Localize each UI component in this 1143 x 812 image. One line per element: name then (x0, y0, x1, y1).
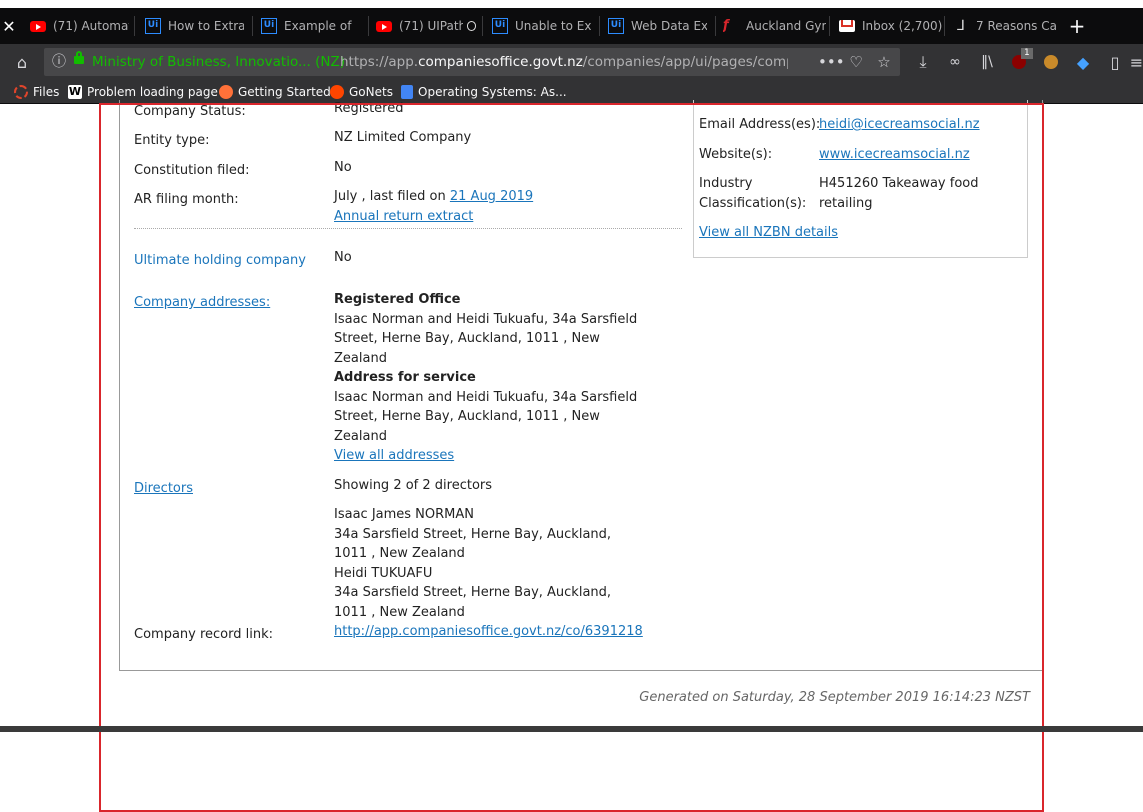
director-address-line: 1011 , New Zealand (334, 605, 465, 620)
section-divider (134, 228, 682, 229)
industry-value: H451260 Takeaway food (819, 176, 979, 191)
registered-office-line: Zealand (334, 351, 387, 366)
pocket-icon[interactable]: ♡ (844, 48, 868, 76)
close-tab-button[interactable]: ✕ (0, 8, 18, 44)
website-label: Website(s): (699, 147, 773, 162)
company-status-value: Registered (334, 101, 404, 116)
tab-3[interactable]: (71) UIPath (376, 8, 476, 44)
tab-2[interactable]: UiExample of U (261, 8, 365, 44)
tab-4[interactable]: UiUnable to Extr (492, 8, 596, 44)
play-icon[interactable] (466, 21, 476, 31)
directors-link[interactable]: Directors (134, 481, 193, 496)
ublock-icon[interactable]: 1 (1008, 44, 1033, 80)
generated-timestamp: Generated on Saturday, 28 September 2019… (639, 690, 1030, 705)
extension-diamond-icon[interactable]: ◆ (1072, 44, 1094, 80)
private-mask-icon[interactable]: ∞ (944, 44, 966, 80)
youtube-icon (30, 20, 46, 32)
directors-count: Showing 2 of 2 directors (334, 478, 493, 493)
entity-type-value: NZ Limited Company (334, 130, 472, 145)
address-bar[interactable]: ⓘ Ministry of Business, Innovatio... (NZ… (44, 48, 900, 76)
bird-icon: ⅃ (957, 18, 965, 34)
home-button[interactable]: ⌂ (10, 44, 34, 80)
annual-return-extract-link[interactable]: Annual return extract (334, 209, 473, 224)
service-address-line: Street, Herne Bay, Auckland, 1011 , New (334, 409, 600, 424)
constitution-label: Constitution filed: (134, 163, 250, 178)
plus-icon: + (1068, 14, 1086, 38)
company-addresses-link[interactable]: Company addresses: (134, 295, 270, 310)
url-text[interactable]: https://app.companiesoffice.govt.nz/comp… (340, 48, 788, 76)
director-name: Isaac James NORMAN (334, 507, 475, 522)
registered-office-line: Isaac Norman and Heidi Tukuafu, 34a Sars… (334, 312, 638, 327)
wikipedia-icon: W (68, 84, 82, 99)
uipath-icon: Ui (145, 18, 161, 34)
gym-icon: ƒ (723, 18, 729, 33)
home-icon: ⌂ (16, 52, 28, 72)
tab-0[interactable]: (71) Automat (30, 8, 130, 44)
reddit-icon (330, 84, 344, 99)
ultimate-holding-value: No (334, 250, 352, 265)
industry-value: retailing (819, 196, 873, 211)
company-status-label: Company Status: (134, 104, 246, 119)
registered-office-line: Street, Herne Bay, Auckland, 1011 , New (334, 331, 600, 346)
ultimate-holding-label: Ultimate holding company (134, 253, 306, 268)
docs-icon (401, 84, 413, 99)
uipath-icon: Ui (261, 18, 277, 34)
info-icon[interactable]: ⓘ (52, 48, 66, 76)
tab-7[interactable]: Inbox (2,700) (839, 8, 943, 44)
service-address-line: Isaac Norman and Heidi Tukuafu, 34a Sars… (334, 390, 638, 405)
ublock-badge: 1 (1021, 48, 1033, 59)
director-address-line: 34a Sarsfield Street, Herne Bay, Aucklan… (334, 585, 612, 600)
close-icon: ✕ (2, 16, 16, 36)
constitution-value: No (334, 160, 352, 175)
registered-office-heading: Registered Office (334, 292, 461, 307)
page-content: Company Status: Registered Entity type: … (0, 100, 1143, 812)
view-all-addresses-link[interactable]: View all addresses (334, 448, 454, 463)
tab-bar: ✕ (71) Automat Ui How to Extrac Ui Example… (0, 8, 1143, 44)
page-actions-icon[interactable]: ••• (818, 48, 845, 76)
files-icon (14, 84, 28, 99)
tab-8[interactable]: ⅃ 7 Reasons Ca (953, 8, 1059, 44)
extension-monkey-icon[interactable] (1040, 44, 1062, 80)
bookmark-star-icon[interactable]: ☆ (872, 48, 896, 76)
entity-type-label: Entity type: (134, 133, 210, 148)
download-icon[interactable]: ⤓ (912, 44, 934, 80)
company-record-link[interactable]: http://app.companiesoffice.govt.nz/co/63… (334, 624, 643, 639)
youtube-icon (376, 20, 392, 32)
bottom-bar (0, 726, 1143, 732)
company-record-link-label: Company record link: (134, 627, 274, 642)
site-identity[interactable]: Ministry of Business, Innovatio... (NZ) (92, 48, 345, 76)
firefox-icon (219, 84, 233, 99)
website-link[interactable]: www.icecreamsocial.nz (819, 147, 970, 162)
service-address-line: Zealand (334, 429, 387, 444)
ar-filing-value: July , last filed on 21 Aug 2019 (334, 189, 534, 204)
director-address-line: 1011 , New Zealand (334, 546, 465, 561)
ar-filing-label: AR filing month: (134, 192, 239, 207)
email-link[interactable]: heidi@icecreamsocial.nz (819, 117, 980, 132)
last-filed-date-link[interactable]: 21 Aug 2019 (450, 189, 533, 204)
director-name: Heidi TUKUAFU (334, 566, 433, 581)
tab-5[interactable]: Ui Web Data Ext (608, 8, 712, 44)
view-all-nzbn-link[interactable]: View all NZBN details (699, 225, 838, 240)
new-tab-button[interactable]: + (1064, 8, 1090, 44)
navigation-toolbar: ⌂ ⓘ Ministry of Business, Innovatio... (… (0, 44, 1143, 80)
bookmark-files[interactable]: Files (14, 80, 59, 103)
uipath-icon: Ui (608, 18, 624, 34)
tab-1[interactable]: Ui How to Extrac (145, 8, 249, 44)
sidebar-icon[interactable]: ▯ (1104, 44, 1126, 80)
uipath-icon: Ui (492, 18, 508, 34)
library-icon[interactable]: ‖\ (976, 44, 998, 80)
email-label: Email Address(es): (699, 117, 821, 132)
tab-6[interactable]: ƒ Auckland Gym (723, 8, 833, 44)
gmail-icon (839, 20, 855, 32)
lock-icon[interactable] (74, 51, 84, 64)
industry-label: Classification(s): (699, 196, 807, 211)
director-address-line: 34a Sarsfield Street, Herne Bay, Aucklan… (334, 527, 612, 542)
industry-label: Industry (699, 176, 753, 191)
menu-icon[interactable]: ≡ (1130, 44, 1143, 80)
address-for-service-heading: Address for service (334, 370, 476, 385)
